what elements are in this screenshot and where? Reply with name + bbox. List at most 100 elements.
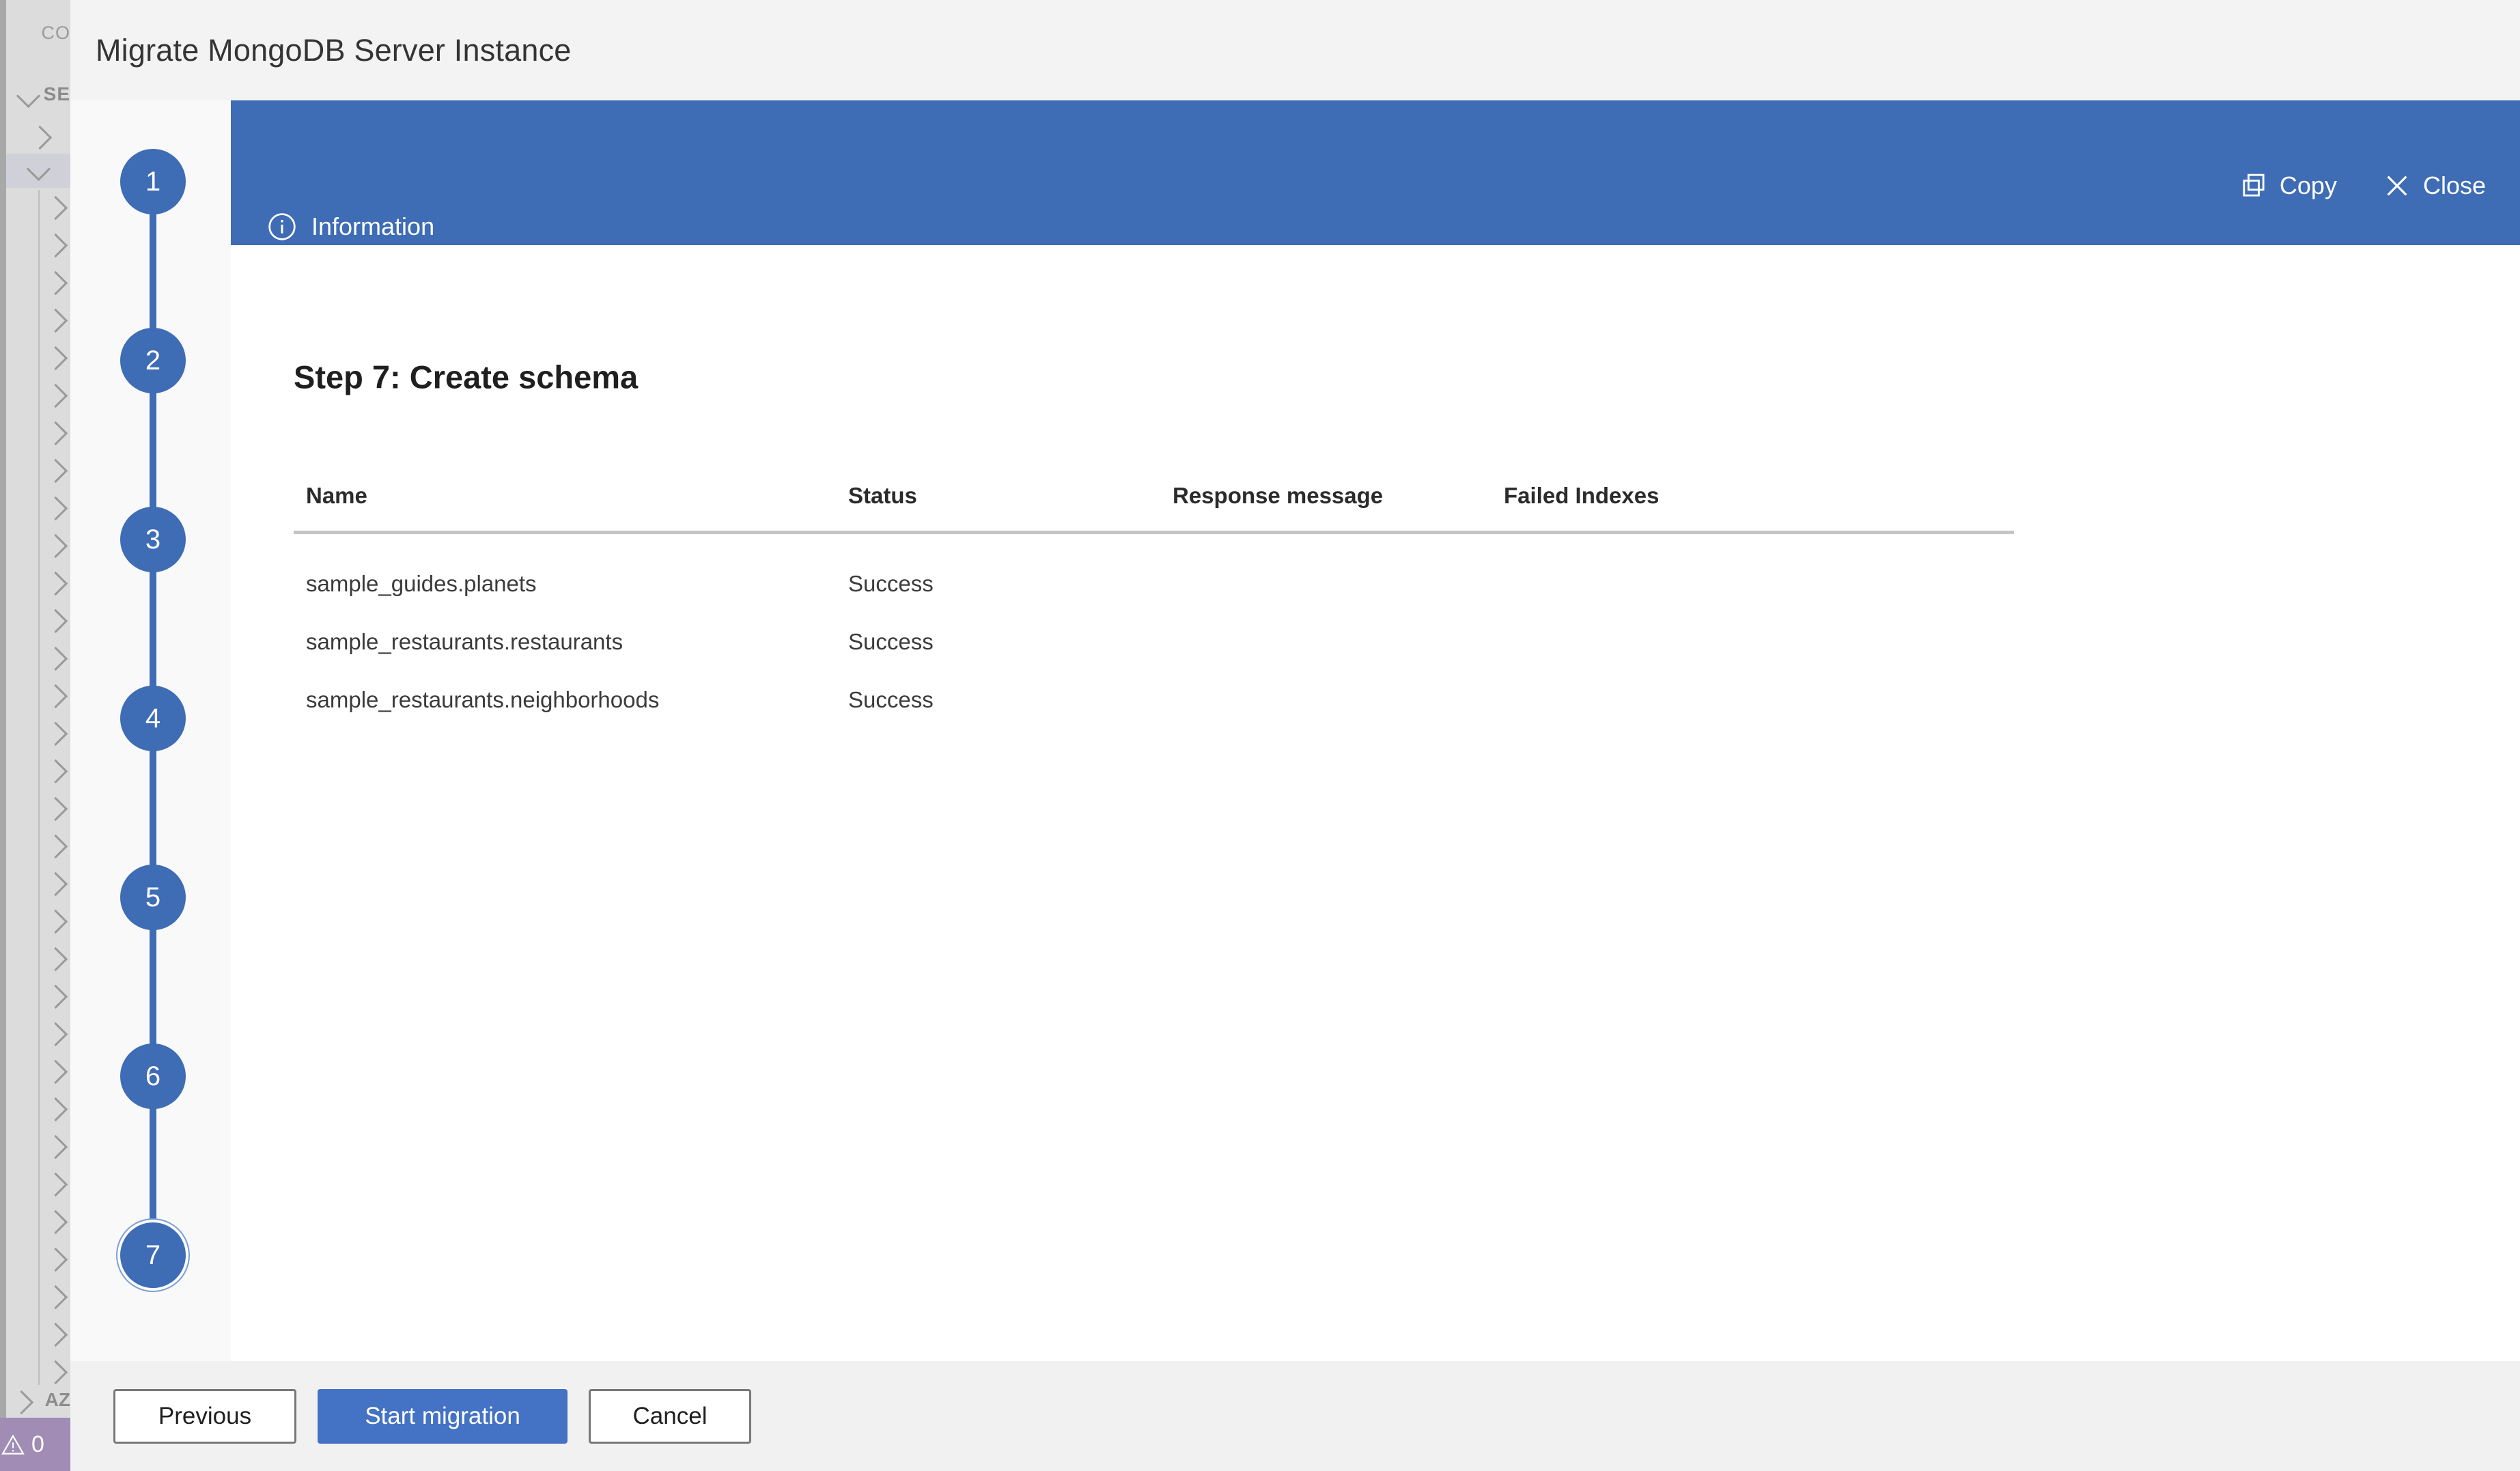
tree-row[interactable] <box>6 941 70 975</box>
information-banner-actions: Copy Close <box>2237 167 2489 204</box>
chevron-right-icon <box>43 346 68 371</box>
tree-row[interactable] <box>6 678 70 712</box>
tree-row[interactable] <box>6 1317 70 1351</box>
table-column-header-response-message: Response message <box>1173 483 1384 508</box>
tree-row[interactable] <box>6 120 70 154</box>
explorer-section-azure[interactable]: AZ <box>6 1385 70 1418</box>
chevron-down-icon <box>26 156 51 182</box>
tree-row[interactable] <box>6 903 70 938</box>
tree-row[interactable] <box>6 791 70 825</box>
chevron-right-icon <box>43 684 68 709</box>
cell-name: sample_guides.planets <box>306 571 537 596</box>
tree-row[interactable] <box>6 753 70 787</box>
tree-row[interactable] <box>6 979 70 1013</box>
tree-row[interactable] <box>6 1016 70 1050</box>
chevron-right-icon <box>43 1097 68 1122</box>
tree-row-selected[interactable] <box>6 154 70 188</box>
previous-button[interactable]: Previous <box>113 1388 296 1444</box>
chevron-right-icon <box>43 1322 68 1347</box>
chevron-right-icon <box>43 871 68 897</box>
explorer-sidebar: CO SE <box>6 0 70 1416</box>
tree-row[interactable] <box>6 1166 70 1201</box>
tree-row[interactable] <box>6 1129 70 1163</box>
tree-row[interactable] <box>6 490 70 524</box>
chevron-right-icon <box>27 125 53 150</box>
copy-button[interactable]: Copy <box>2237 167 2340 204</box>
chevron-right-icon <box>43 270 68 296</box>
stepper-node-3[interactable]: 3 <box>120 507 186 572</box>
chevron-right-icon <box>43 646 68 671</box>
tree-row[interactable] <box>6 1242 70 1276</box>
tree-row[interactable] <box>6 1054 70 1088</box>
page-title: Step 7: Create schema <box>294 359 639 395</box>
chevron-right-icon <box>43 947 68 972</box>
tree-row[interactable] <box>6 603 70 637</box>
chevron-right-icon <box>43 608 68 634</box>
tree-row[interactable] <box>6 866 70 900</box>
chevron-right-icon <box>43 1059 68 1084</box>
close-banner-button[interactable]: Close <box>2381 167 2489 204</box>
dialog-titlebar: Migrate MongoDB Server Instance <box>70 0 2520 100</box>
table-header-row: Name Status Response message Failed Inde… <box>294 483 2014 534</box>
chevron-right-icon <box>43 1172 68 1197</box>
chevron-right-icon <box>43 383 68 408</box>
chevron-right-icon <box>43 909 68 934</box>
tree-row[interactable] <box>6 1279 70 1313</box>
chevron-right-icon <box>43 1022 68 1047</box>
tree-row[interactable] <box>6 227 70 262</box>
tree-row[interactable] <box>6 340 70 374</box>
table-row[interactable]: sample_restaurants.restaurants Success <box>294 608 2014 667</box>
table-column-header-failed-indexes: Failed Indexes <box>1504 483 1660 508</box>
wizard-stepper: 1 2 3 4 5 6 7 <box>70 100 231 1361</box>
tree-row[interactable] <box>6 265 70 299</box>
tree-row[interactable] <box>6 828 70 863</box>
tree-row[interactable] <box>6 1354 70 1388</box>
copy-button-label: Copy <box>2279 171 2337 199</box>
copy-icon <box>2240 172 2267 199</box>
tree-row[interactable] <box>6 716 70 750</box>
stepper-node-5[interactable]: 5 <box>120 865 186 930</box>
chevron-right-icon <box>43 759 68 784</box>
tree-row[interactable] <box>6 378 70 412</box>
tree-row[interactable] <box>6 1204 70 1238</box>
table-column-header-name: Name <box>306 483 367 508</box>
tree-row[interactable] <box>6 303 70 337</box>
warning-triangle-icon[interactable] <box>1 1434 25 1455</box>
table-row[interactable]: sample_restaurants.neighborhoods Success <box>294 667 2014 725</box>
schema-results-table: Name Status Response message Failed Inde… <box>294 483 2014 725</box>
chevron-right-icon <box>43 1360 68 1385</box>
activity-bar-strip <box>0 0 6 1471</box>
stepper-node-2[interactable]: 2 <box>120 328 186 393</box>
stepper-node-6[interactable]: 6 <box>120 1043 186 1109</box>
tree-row[interactable] <box>6 190 70 224</box>
explorer-section-servers-label: SE <box>43 83 70 104</box>
start-migration-button[interactable]: Start migration <box>318 1388 568 1444</box>
tree-row[interactable] <box>6 565 70 600</box>
cell-status: Success <box>848 571 934 596</box>
chevron-right-icon <box>43 1247 68 1272</box>
stepper-node-4[interactable]: 4 <box>120 686 186 751</box>
tree-row[interactable] <box>6 453 70 487</box>
close-banner-button-label: Close <box>2422 171 2486 199</box>
table-column-header-status: Status <box>848 483 917 508</box>
wizard-content-pane: Information Schema Migration successful … <box>231 100 2520 1361</box>
chevron-down-icon[interactable] <box>16 83 41 109</box>
tree-row[interactable] <box>6 528 70 562</box>
chevron-right-icon <box>43 1134 68 1160</box>
stepper-node-1[interactable]: 1 <box>120 149 186 214</box>
tree-row[interactable] <box>6 641 70 675</box>
chevron-right-icon <box>43 1209 68 1235</box>
cancel-button[interactable]: Cancel <box>589 1388 751 1444</box>
table-row[interactable]: sample_guides.planets Success <box>294 550 2014 608</box>
chevron-right-icon <box>43 233 68 258</box>
explorer-section-connections-label: CO <box>41 23 70 43</box>
tree-row[interactable] <box>6 1091 70 1125</box>
tree-row[interactable] <box>6 415 70 449</box>
chevron-right-icon <box>43 1285 68 1310</box>
info-circle-icon <box>267 212 297 242</box>
cell-name: sample_restaurants.neighborhoods <box>306 687 660 712</box>
chevron-right-icon <box>43 721 68 746</box>
tree-children-group <box>6 190 70 1385</box>
chevron-right-icon <box>43 496 68 521</box>
stepper-node-7[interactable]: 7 <box>120 1222 186 1288</box>
